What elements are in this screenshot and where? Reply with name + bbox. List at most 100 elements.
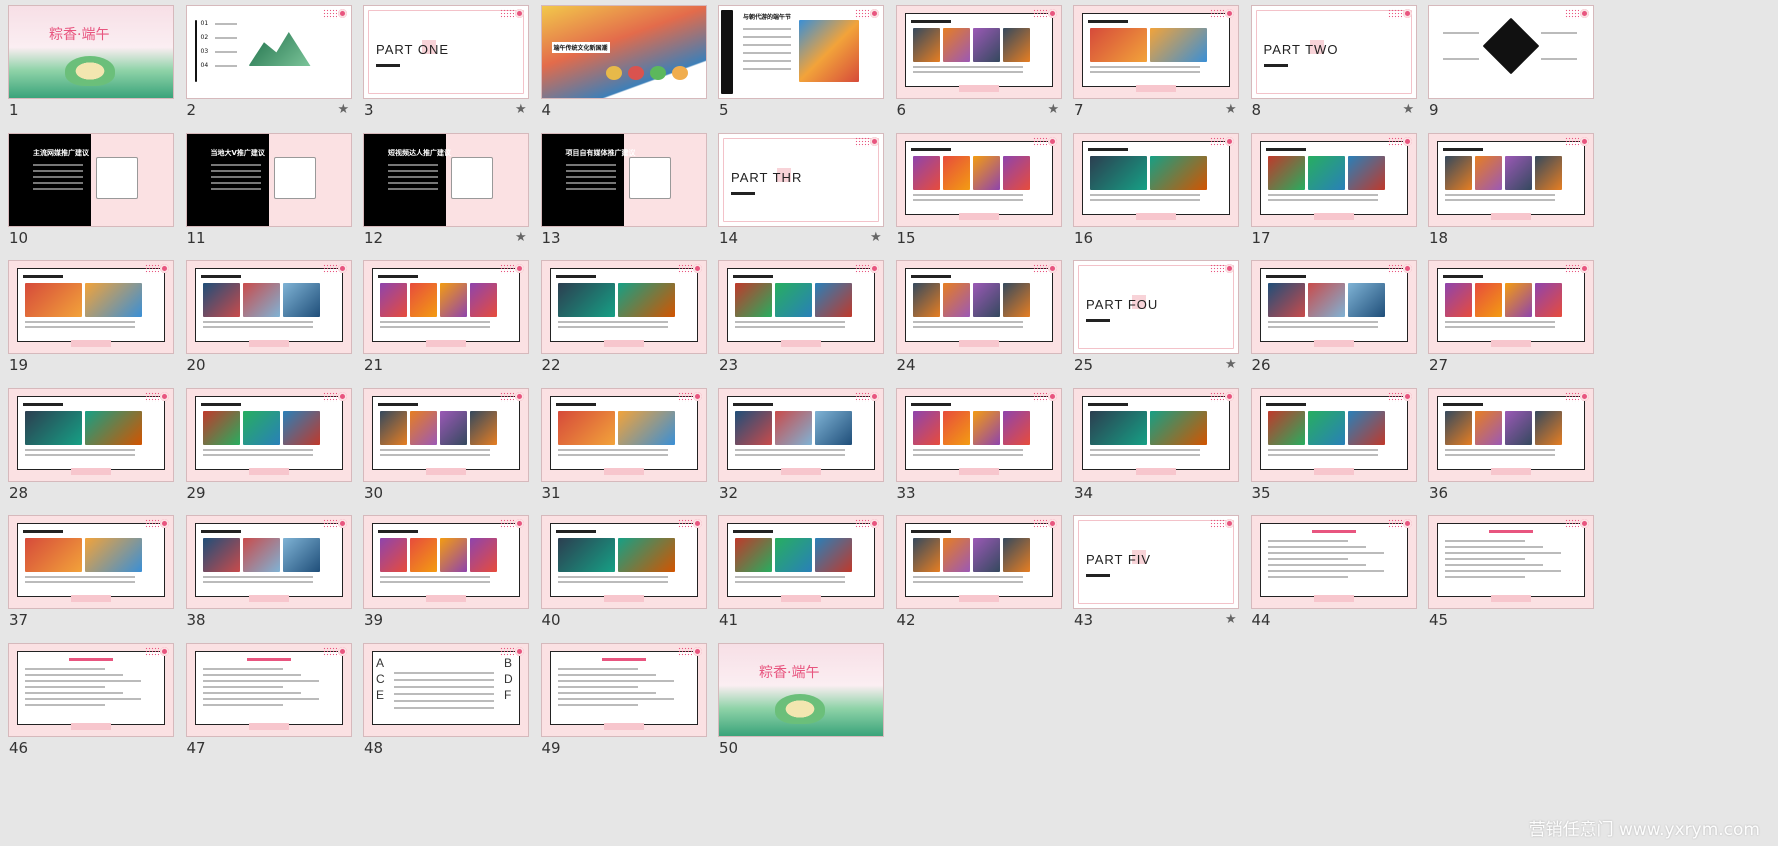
slide-preview[interactable]: 项目自有媒体推广建议 — [541, 133, 706, 226]
slide-preview[interactable] — [9, 388, 173, 481]
slide-thumbnail[interactable]: 主流网媒推广建议 10 — [0, 128, 173, 248]
slide-thumbnail[interactable]: 27 — [1420, 255, 1593, 375]
slide-preview[interactable] — [896, 516, 1061, 608]
slide-preview[interactable] — [186, 516, 351, 608]
slide-thumbnail[interactable]: PART FOU 25 ★ — [1065, 255, 1238, 375]
slide-preview[interactable]: 粽香·端午 — [719, 643, 883, 736]
slide-thumbnail[interactable]: 16 — [1065, 128, 1238, 248]
slide-thumbnail[interactable]: PART TWO 8 ★ — [1243, 0, 1416, 120]
slide-preview[interactable] — [1251, 388, 1416, 481]
slide-thumbnail[interactable]: 20 — [178, 255, 351, 375]
slide-thumbnail[interactable]: 7 ★ — [1065, 0, 1238, 120]
slide-thumbnail[interactable]: 当地大V推广建议 11 — [178, 128, 351, 248]
slide-preview[interactable] — [1074, 133, 1238, 226]
slide-thumbnail[interactable]: 9 — [1420, 0, 1593, 120]
slide-thumbnail[interactable]: 41 — [710, 510, 883, 630]
slide-thumbnail[interactable]: 19 — [0, 255, 173, 375]
slide-preview[interactable] — [9, 643, 173, 736]
slide-preview[interactable] — [896, 6, 1061, 98]
slide-thumbnail[interactable]: China-Chic与朝代游的端午节 5 — [710, 0, 883, 120]
slide-preview[interactable]: PART FIV — [1074, 516, 1238, 608]
slide-preview[interactable] — [9, 516, 173, 608]
slide-preview[interactable] — [541, 643, 706, 736]
slide-thumbnail[interactable]: PART FIV 43 ★ — [1065, 510, 1238, 630]
slide-thumbnail[interactable]: 项目自有媒体推广建议 13 — [533, 128, 706, 248]
slide-thumbnail[interactable]: 37 — [0, 510, 173, 630]
slide-preview[interactable] — [186, 388, 351, 481]
slide-preview[interactable] — [1251, 516, 1416, 608]
slide-preview[interactable] — [1429, 6, 1593, 98]
slide-thumbnail[interactable]: 45 — [1420, 510, 1593, 630]
slide-preview[interactable] — [541, 261, 706, 353]
slide-preview[interactable] — [896, 261, 1061, 353]
slide-thumbnail[interactable]: 18 — [1420, 128, 1593, 248]
slide-preview[interactable]: China-Chic与朝代游的端午节 — [719, 6, 883, 98]
slide-thumbnail[interactable]: 17 — [1243, 128, 1416, 248]
slide-thumbnail[interactable]: 6 ★ — [888, 0, 1061, 120]
slide-thumbnail[interactable]: 端午传统文化新国潮 4 — [533, 0, 706, 120]
slide-thumbnail[interactable]: 短视频达人推广建议 12 ★ — [355, 128, 528, 248]
slide-thumbnail[interactable]: 44 — [1243, 510, 1416, 630]
slide-preview[interactable] — [364, 516, 528, 608]
slide-preview[interactable]: PART FOU — [1074, 261, 1238, 353]
slide-preview[interactable]: 短视频达人推广建议 — [364, 133, 528, 226]
slide-preview[interactable] — [541, 516, 706, 608]
slide-preview[interactable] — [1429, 516, 1593, 608]
slide-preview[interactable] — [1429, 133, 1593, 226]
slide-preview[interactable] — [1074, 388, 1238, 481]
slide-preview[interactable]: 当地大V推广建议 — [186, 133, 351, 226]
slide-thumbnail[interactable]: 35 — [1243, 383, 1416, 503]
slide-preview[interactable]: 主流网媒推广建议 — [9, 133, 173, 226]
slide-thumbnail[interactable]: 40 — [533, 510, 706, 630]
slide-thumbnail[interactable]: 42 — [888, 510, 1061, 630]
slide-thumbnail[interactable]: 46 — [0, 638, 173, 758]
slide-thumbnail[interactable]: 21 — [355, 255, 528, 375]
slide-thumbnail[interactable]: 34 — [1065, 383, 1238, 503]
slide-preview[interactable]: PART ONE — [364, 6, 528, 98]
slide-thumbnail[interactable]: 39 — [355, 510, 528, 630]
slide-preview[interactable] — [896, 133, 1061, 226]
slide-preview[interactable]: ACE BDF — [364, 643, 528, 736]
slide-preview[interactable] — [186, 261, 351, 353]
slide-thumbnail[interactable]: A C E B D F 48 — [355, 638, 528, 758]
slide-thumbnail[interactable]: 29 — [178, 383, 351, 503]
slide-thumbnail[interactable]: 28 — [0, 383, 173, 503]
slide-preview[interactable] — [9, 261, 173, 353]
slide-thumbnail[interactable]: PART ONE 3 ★ — [355, 0, 528, 120]
slide-preview[interactable]: 01 02 03 04 — [186, 6, 351, 98]
slide-preview[interactable] — [1429, 388, 1593, 481]
slide-thumbnail[interactable]: 38 — [178, 510, 351, 630]
slide-thumbnail[interactable]: 粽香·端午 1 — [0, 0, 173, 120]
slide-preview[interactable] — [186, 643, 351, 736]
slide-thumbnail[interactable]: 36 — [1420, 383, 1593, 503]
slide-preview[interactable] — [1074, 6, 1238, 98]
slide-thumbnail[interactable]: 23 — [710, 255, 883, 375]
slide-thumbnail[interactable]: 47 — [178, 638, 351, 758]
slide-thumbnail[interactable]: 49 — [533, 638, 706, 758]
slide-preview[interactable] — [719, 516, 883, 608]
slide-preview[interactable]: PART TWO — [1251, 6, 1416, 98]
slide-thumbnail[interactable]: 22 — [533, 255, 706, 375]
slide-thumbnail[interactable]: 01 02 03 04 2 ★ — [178, 0, 351, 120]
slide-preview[interactable] — [719, 388, 883, 481]
slide-preview[interactable]: PART THR — [719, 133, 883, 226]
slide-preview[interactable]: 粽香·端午 — [9, 6, 173, 98]
slide-preview[interactable] — [1251, 261, 1416, 353]
slide-preview[interactable] — [896, 388, 1061, 481]
slide-preview[interactable] — [1429, 261, 1593, 353]
slide-thumbnail[interactable]: 粽香·端午 50 — [710, 638, 883, 758]
slide-preview[interactable] — [364, 261, 528, 353]
slide-preview[interactable] — [1251, 133, 1416, 226]
slide-thumbnail[interactable]: 33 — [888, 383, 1061, 503]
slide-thumbnail[interactable]: 15 — [888, 128, 1061, 248]
slide-thumbnail[interactable]: PART THR 14 ★ — [710, 128, 883, 248]
slide-thumbnail[interactable]: 26 — [1243, 255, 1416, 375]
slide-thumbnail[interactable]: 24 — [888, 255, 1061, 375]
slide-preview[interactable] — [364, 388, 528, 481]
slide-preview[interactable] — [719, 261, 883, 353]
slide-thumbnail[interactable]: 30 — [355, 383, 528, 503]
slide-preview[interactable]: 端午传统文化新国潮 — [541, 6, 706, 98]
slide-thumbnail[interactable]: 32 — [710, 383, 883, 503]
slide-thumbnail[interactable]: 31 — [533, 383, 706, 503]
slide-preview[interactable] — [541, 388, 706, 481]
